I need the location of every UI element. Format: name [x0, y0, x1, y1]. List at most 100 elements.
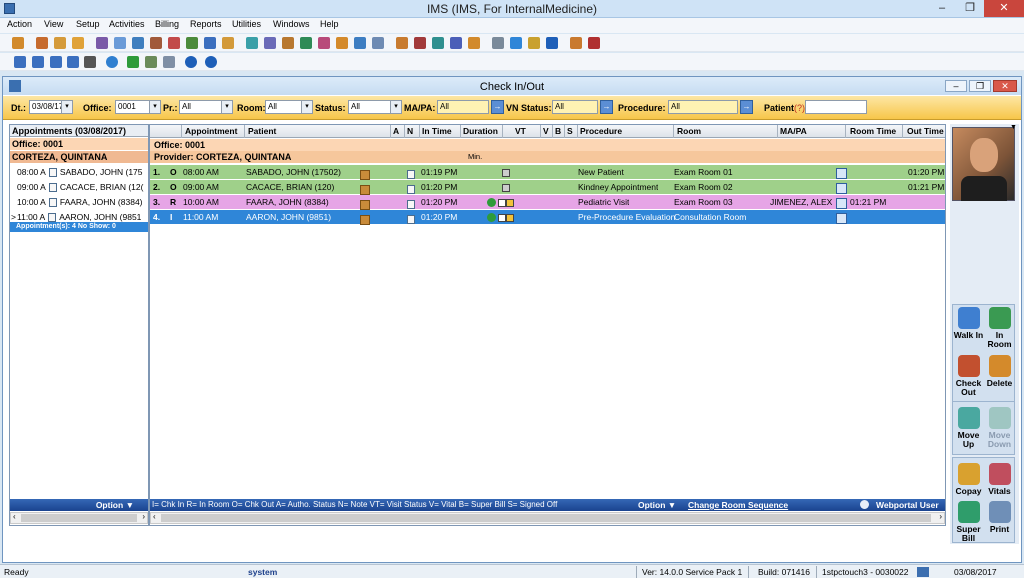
settings-icon[interactable] [163, 56, 175, 68]
move-down-button[interactable]: Move Down [984, 404, 1015, 452]
authorization-lock-icon[interactable] [360, 212, 370, 226]
grid-row[interactable]: 3. R 10:00 AM FAARA, JOHN (8384) 01:20 PM Pe… [150, 195, 945, 211]
vn-status-lookup-icon[interactable]: → [600, 100, 613, 114]
refresh-icon[interactable] [106, 56, 118, 68]
visit-status-icon[interactable] [502, 165, 510, 179]
move-up-button[interactable]: Move Up [953, 404, 984, 452]
first-record-icon[interactable] [14, 56, 26, 68]
col-vital[interactable]: V [543, 126, 549, 136]
webportal-user-link[interactable]: Webportal User [876, 499, 939, 511]
window-close-button[interactable]: ✕ [993, 80, 1017, 92]
exit-icon[interactable] [588, 37, 600, 49]
appointment-list-item[interactable]: 10:00 A FAARA, JOHN (8384) [10, 195, 148, 210]
appointment-list-item[interactable]: 08:00 A SABADO, JOHN (175 [10, 165, 148, 180]
scroll-left-icon[interactable]: ‹ [13, 512, 16, 521]
report-icon[interactable] [132, 37, 144, 49]
procedure-select[interactable]: All [668, 100, 738, 114]
edit-room-icon[interactable] [836, 166, 847, 180]
ledger-icon[interactable] [300, 37, 312, 49]
col-out-time[interactable]: Out Time [907, 126, 944, 136]
calculator-icon[interactable] [145, 56, 157, 68]
menu-billing[interactable]: Billing [155, 19, 179, 29]
vn-status-select[interactable]: All [552, 100, 598, 114]
menu-help[interactable]: Help [320, 19, 339, 29]
chevron-down-icon[interactable]: ▾ [301, 101, 312, 113]
grid-option-button[interactable]: Option ▼ [638, 499, 676, 511]
billing-icon[interactable] [222, 37, 234, 49]
print-icon[interactable] [246, 37, 258, 49]
chevron-down-icon[interactable]: ▾ [390, 101, 401, 113]
visit-status-icon[interactable] [487, 210, 515, 224]
col-visit-status[interactable]: VT [515, 126, 526, 136]
menu-activities[interactable]: Activities [109, 19, 145, 29]
in-room-button[interactable]: In Room [984, 304, 1015, 352]
mapa-select[interactable]: All [437, 100, 489, 114]
gear-icon[interactable] [570, 37, 582, 49]
restore-button[interactable]: ❐ [956, 0, 984, 17]
previous-record-icon[interactable] [32, 56, 44, 68]
change-room-sequence-link[interactable]: Change Room Sequence [688, 499, 788, 511]
col-procedure[interactable]: Procedure [580, 126, 622, 136]
grid-row[interactable]: 2. O 09:00 AM CACACE, BRIAN (120) 01:20 PM Ki… [150, 180, 945, 196]
lock-icon[interactable] [528, 37, 540, 49]
mapa-lookup-icon[interactable]: → [491, 100, 504, 114]
patient-icon[interactable] [36, 37, 48, 49]
minimize-button[interactable]: – [928, 0, 956, 17]
scroll-right-icon[interactable]: › [939, 512, 942, 521]
appointment-list-item[interactable]: >11:00 A AARON, JOHN (9851 [10, 210, 148, 225]
edit-room-icon[interactable] [836, 181, 847, 195]
procedure-lookup-icon[interactable]: → [740, 100, 753, 114]
doc-icon[interactable] [468, 37, 480, 49]
pill-icon[interactable] [186, 37, 198, 49]
col-authorization[interactable]: A [393, 126, 399, 136]
document-icon[interactable] [48, 183, 57, 193]
help-icon[interactable] [546, 37, 558, 49]
note-document-icon[interactable] [407, 197, 415, 211]
grid-horizontal-scrollbar[interactable]: ‹ › [150, 512, 945, 524]
menu-setup[interactable]: Setup [76, 19, 100, 29]
record-icon[interactable] [204, 37, 216, 49]
col-patient[interactable]: Patient [248, 126, 276, 136]
flask-icon[interactable] [168, 37, 180, 49]
edit-room-icon[interactable] [836, 211, 847, 225]
date-field[interactable]: 03/08/17 ▾ [29, 100, 73, 114]
close-button[interactable]: ✕ [984, 0, 1024, 17]
date-spin-icon[interactable]: ▾ [61, 101, 72, 113]
lab-icon[interactable] [96, 37, 108, 49]
fax-icon[interactable] [264, 37, 276, 49]
window-restore-button[interactable]: ❐ [969, 80, 991, 92]
delete-button[interactable]: Delete [984, 352, 1015, 400]
grid-row[interactable]: 4. I 11:00 AM AARON, JOHN (9851) 01:20 PM Pr… [150, 210, 945, 226]
scroll-thumb[interactable] [21, 514, 137, 522]
col-in-time[interactable]: In Time [422, 126, 452, 136]
menu-windows[interactable]: Windows [273, 19, 310, 29]
grid-row[interactable]: 1. O 08:00 AM SABADO, JOHN (17502) 01:19 PM N… [150, 165, 945, 181]
col-note[interactable]: N [407, 126, 413, 136]
chevron-down-icon[interactable]: ▾ [221, 101, 232, 113]
status-select[interactable]: All ▾ [348, 100, 402, 114]
menu-action[interactable]: Action [7, 19, 32, 29]
menu-utilities[interactable]: Utilities [232, 19, 261, 29]
patient-search-input[interactable] [805, 100, 867, 114]
note-icon[interactable] [282, 37, 294, 49]
col-mapa[interactable]: MA/PA [780, 126, 807, 136]
appointment-list-item[interactable]: 09:00 A CACACE, BRIAN (12( [10, 180, 148, 195]
note-document-icon[interactable] [407, 182, 415, 196]
provider-select[interactable]: All ▾ [179, 100, 233, 114]
room-select[interactable]: All ▾ [265, 100, 313, 114]
col-room[interactable]: Room [677, 126, 701, 136]
chart2-icon[interactable] [396, 37, 408, 49]
close-window-icon[interactable] [205, 56, 217, 68]
document-icon[interactable] [48, 198, 57, 208]
authorization-lock-icon[interactable] [360, 167, 370, 181]
word-icon[interactable] [450, 37, 462, 49]
document-icon[interactable] [48, 168, 57, 178]
scroll-left-icon[interactable]: ‹ [153, 512, 156, 521]
edit-room-icon[interactable] [836, 196, 847, 210]
left-option-button[interactable]: Option ▼ [10, 499, 148, 511]
scroll-thumb[interactable] [161, 514, 931, 522]
authorization-lock-icon[interactable] [360, 197, 370, 211]
col-super-bill[interactable]: B [555, 126, 561, 136]
chevron-down-icon[interactable]: ▾ [149, 101, 160, 113]
col-appointment[interactable]: Appointment [185, 126, 237, 136]
